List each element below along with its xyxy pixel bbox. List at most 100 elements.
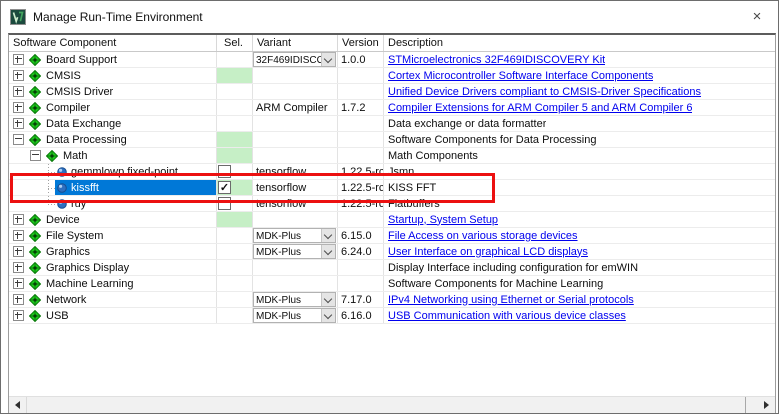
horizontal-scrollbar[interactable] [9, 396, 775, 413]
description-link[interactable]: USB Communication with various device cl… [384, 310, 626, 322]
variant-value: MDK-Plus [254, 245, 321, 258]
expand-icon[interactable] [13, 310, 24, 321]
component-cell[interactable]: Board Support [9, 52, 217, 67]
component-cell[interactable]: gemmlowp fixed-point [9, 164, 217, 179]
expand-icon[interactable] [13, 54, 24, 65]
expand-icon[interactable] [13, 102, 24, 113]
collapse-icon[interactable] [30, 150, 41, 161]
column-header-version[interactable]: Version [338, 35, 384, 51]
table-row-machine-learning: Machine LearningSoftware Components for … [9, 276, 775, 292]
version-cell: 1.7.2 [338, 100, 384, 115]
expand-icon[interactable] [13, 86, 24, 97]
column-header-software-component[interactable]: Software Component [9, 35, 217, 51]
description-cell: Data exchange or data formatter [384, 116, 546, 131]
component-cell[interactable]: Machine Learning [9, 276, 217, 291]
sel-cell [217, 100, 253, 115]
description-link[interactable]: Unified Device Drivers compliant to CMSI… [384, 86, 701, 98]
expand-icon[interactable] [13, 70, 24, 81]
description-link[interactable]: Startup, System Setup [384, 214, 498, 226]
description-cell: Display Interface including configuratio… [384, 260, 638, 275]
component-checkbox[interactable] [218, 197, 231, 210]
variant-select[interactable]: MDK-Plus [253, 292, 336, 307]
component-cell[interactable]: Compiler [9, 100, 217, 115]
component-cell[interactable]: Network [9, 292, 217, 307]
version-cell [338, 132, 384, 147]
column-header-description[interactable]: Description [384, 35, 775, 51]
expand-icon[interactable] [13, 278, 24, 289]
version-cell [338, 68, 384, 83]
component-cell[interactable]: CMSIS Driver [9, 84, 217, 99]
version-cell: 1.22.5-rc4 [338, 196, 384, 211]
component-cell[interactable]: Data Exchange [9, 116, 217, 131]
component-ball-icon [57, 167, 67, 177]
component-cell[interactable]: ruy [9, 196, 217, 211]
expand-icon[interactable] [13, 230, 24, 241]
description-link[interactable]: User Interface on graphical LCD displays [384, 246, 588, 258]
chevron-down-icon[interactable] [321, 245, 335, 258]
component-label: Device [46, 214, 80, 226]
table-row-network: NetworkMDK-Plus7.17.0IPv4 Networking usi… [9, 292, 775, 308]
component-cell[interactable]: Graphics Display [9, 260, 217, 275]
description-cell: KISS FFT [384, 180, 436, 195]
description-link[interactable]: Compiler Extensions for ARM Compiler 5 a… [384, 102, 692, 114]
description-link[interactable]: File Access on various storage devices [384, 230, 578, 242]
component-cell[interactable]: Device [9, 212, 217, 227]
close-icon[interactable]: × [746, 7, 768, 26]
sel-cell [217, 68, 253, 83]
version-cell [338, 276, 384, 291]
expand-icon[interactable] [13, 246, 24, 257]
chevron-down-icon[interactable] [321, 309, 335, 322]
component-cell[interactable]: Math [9, 148, 217, 163]
scrollbar-thumb[interactable] [26, 397, 746, 413]
bundle-diamond-icon [29, 70, 41, 82]
version-value: 1.0.0 [338, 54, 365, 66]
variant-select[interactable]: MDK-Plus [253, 228, 336, 243]
description-link[interactable]: STMicroelectronics 32F469IDISCOVERY Kit [384, 54, 605, 66]
sel-cell [217, 84, 253, 99]
variant-select[interactable]: MDK-Plus [253, 244, 336, 259]
scroll-left-icon[interactable] [9, 397, 26, 413]
bundle-diamond-icon [29, 278, 41, 290]
collapse-icon[interactable] [13, 134, 24, 145]
table-row-graphics: GraphicsMDK-Plus6.24.0User Interface on … [9, 244, 775, 260]
grid-body: Board Support 32F469IDISCOVERY1.0.0 STMicr… [9, 52, 775, 324]
bundle-diamond-icon [46, 150, 58, 162]
sel-cell [217, 244, 253, 259]
scroll-right-icon[interactable] [758, 397, 775, 413]
table-row-data-processing: Data Processing Software Components for D… [9, 132, 775, 148]
component-table: Software ComponentSel.VariantVersionDesc… [8, 33, 776, 413]
bundle-diamond-icon [29, 54, 41, 66]
variant-select[interactable]: MDK-Plus [253, 308, 336, 323]
component-checkbox[interactable]: ✓ [218, 181, 231, 194]
version-value: 1.22.5-rc4 [338, 182, 384, 194]
table-row-cmsis: CMSIS Cortex Microcontroller Software Int… [9, 68, 775, 84]
chevron-down-icon[interactable] [321, 53, 335, 66]
column-header-variant[interactable]: Variant [253, 35, 338, 51]
description-cell: Cortex Microcontroller Software Interfac… [384, 68, 653, 83]
component-checkbox[interactable] [218, 165, 231, 178]
bundle-diamond-icon [29, 230, 41, 242]
component-cell[interactable]: File System [9, 228, 217, 243]
column-header-sel[interactable]: Sel. [217, 35, 253, 51]
description-text: Software Components for Data Processing [384, 134, 597, 146]
description-cell: Compiler Extensions for ARM Compiler 5 a… [384, 100, 692, 115]
description-link[interactable]: Cortex Microcontroller Software Interfac… [384, 70, 653, 82]
chevron-down-icon[interactable] [321, 229, 335, 242]
description-link[interactable]: IPv4 Networking using Ethernet or Serial… [384, 294, 634, 306]
variant-select[interactable]: 32F469IDISCOVERY [253, 52, 336, 67]
expand-icon[interactable] [13, 294, 24, 305]
variant-value: ARM Compiler [253, 102, 328, 114]
description-cell: Unified Device Drivers compliant to CMSI… [384, 84, 701, 99]
component-cell[interactable]: Graphics [9, 244, 217, 259]
chevron-down-icon[interactable] [321, 293, 335, 306]
component-cell[interactable]: USB [9, 308, 217, 323]
expand-icon[interactable] [13, 118, 24, 129]
component-cell[interactable]: CMSIS [9, 68, 217, 83]
variant-cell: MDK-Plus [253, 308, 338, 323]
component-cell[interactable]: Data Processing [9, 132, 217, 147]
expand-icon[interactable] [13, 214, 24, 225]
expand-icon[interactable] [13, 262, 24, 273]
component-cell[interactable]: kissfft [9, 180, 217, 195]
version-cell [338, 148, 384, 163]
component-label: CMSIS Driver [46, 86, 113, 98]
